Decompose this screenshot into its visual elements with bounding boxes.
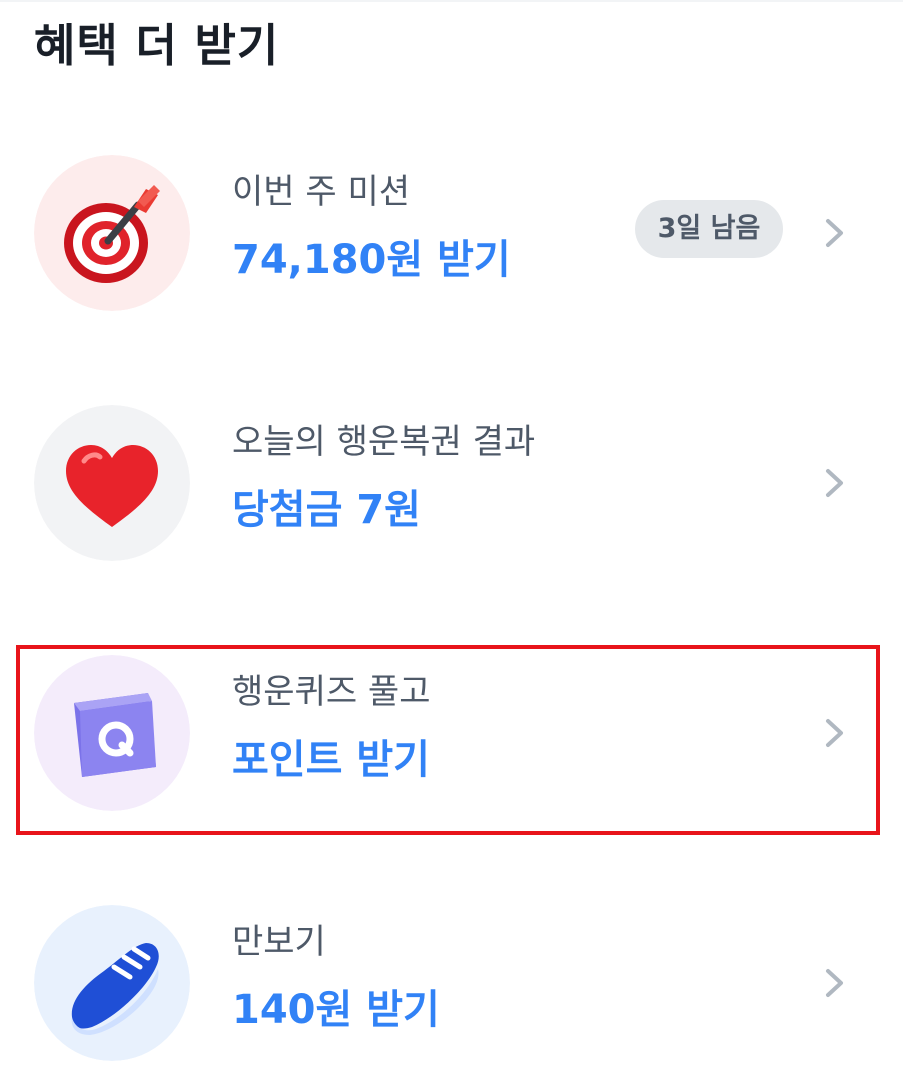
item-subtitle: 행운퀴즈 풀고 — [232, 672, 431, 712]
chevron-right-icon — [823, 463, 847, 503]
item-subtitle: 만보기 — [232, 922, 326, 962]
days-left-badge: 3일 남음 — [635, 200, 783, 258]
top-divider — [0, 0, 903, 2]
item-reward-title: 당첨금 7원 — [232, 487, 421, 533]
chevron-right-icon — [823, 213, 847, 253]
item-reward-title: 포인트 받기 — [232, 737, 430, 783]
page-title: 혜택 더 받기 — [34, 19, 280, 72]
list-item-pedometer[interactable]: 만보기 140원 받기 — [0, 898, 903, 1068]
list-item-lottery-result[interactable]: 오늘의 행운복권 결과 당첨금 7원 — [0, 398, 903, 568]
item-reward-title: 74,180원 받기 — [232, 237, 511, 283]
item-subtitle: 이번 주 미션 — [232, 172, 411, 212]
list-item-weekly-mission[interactable]: 이번 주 미션 74,180원 받기 3일 남음 — [0, 148, 903, 318]
dartboard-icon — [34, 155, 190, 311]
item-reward-title: 140원 받기 — [232, 987, 440, 1033]
quiz-cube-icon — [34, 655, 190, 811]
benefits-page: 혜택 더 받기 이번 주 미션 74,180원 받기 3일 남음 오늘의 행운복… — [0, 0, 903, 1084]
chevron-right-icon — [823, 963, 847, 1003]
sneaker-icon — [34, 905, 190, 1061]
item-subtitle: 오늘의 행운복권 결과 — [232, 422, 536, 462]
chevron-right-icon — [823, 713, 847, 753]
list-item-lucky-quiz[interactable]: 행운퀴즈 풀고 포인트 받기 — [0, 648, 903, 818]
heart-icon — [34, 405, 190, 561]
